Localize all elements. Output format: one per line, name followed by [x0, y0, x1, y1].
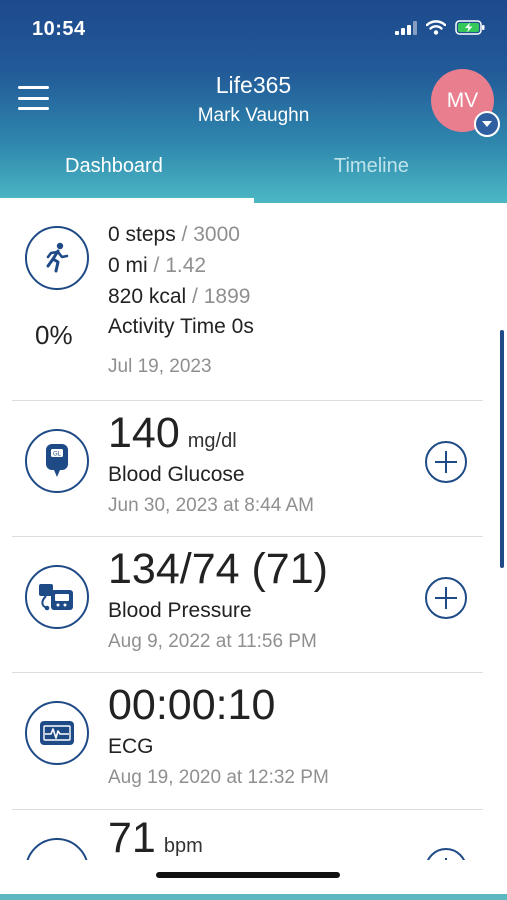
heart-rate-icon — [25, 838, 89, 860]
add-heart-rate-button[interactable] — [425, 848, 467, 860]
heart-rate-value: 71 — [108, 814, 156, 860]
glucose-label: Blood Glucose — [108, 463, 245, 486]
cellular-signal-icon — [395, 20, 417, 35]
wifi-icon — [426, 20, 446, 35]
bottom-tab-strip — [0, 894, 507, 900]
glucose-date: Jun 30, 2023 at 8:44 AM — [108, 495, 314, 516]
glucose-value: 140 — [108, 409, 180, 457]
running-icon — [25, 226, 89, 290]
blood-pressure-card[interactable]: 134/74 (71) Blood Pressure Aug 9, 2022 a… — [12, 537, 483, 673]
glucose-icon-text: GL — [53, 452, 62, 458]
calories-value: 820 kcal — [108, 285, 187, 308]
distance-line: 0 mi / 1.42 — [108, 254, 206, 278]
distance-goal: 1.42 — [165, 254, 207, 277]
calories-line: 820 kcal / 1899 — [108, 285, 250, 309]
heart-rate-card[interactable]: 71 bpm — [12, 810, 483, 860]
ecg-monitor-icon — [25, 701, 89, 765]
steps-value: 0 steps — [108, 223, 176, 246]
blood-pressure-value: 134/74 (71) — [108, 545, 328, 593]
ecg-date: Aug 19, 2020 at 12:32 PM — [108, 767, 329, 788]
glucose-unit: mg/dl — [187, 430, 237, 452]
heart-rate-reading: 71 bpm — [108, 814, 203, 860]
home-indicator[interactable] — [156, 872, 340, 878]
ecg-label: ECG — [108, 735, 154, 758]
add-blood-pressure-button[interactable] — [425, 577, 467, 619]
battery-charging-icon — [455, 20, 485, 35]
activity-date: Jul 19, 2023 — [108, 356, 212, 377]
blood-pressure-monitor-icon — [25, 565, 89, 629]
tab-dashboard[interactable]: Dashboard — [65, 155, 163, 178]
blood-pressure-date: Aug 9, 2022 at 11:56 PM — [108, 631, 317, 652]
user-name: Mark Vaughn — [197, 105, 310, 126]
status-icons — [395, 20, 485, 35]
steps-line: 0 steps / 3000 — [108, 223, 240, 247]
app-header: 10:54 Life365 Mark Vaughn MV Dashboard T… — [0, 0, 507, 203]
scrollbar[interactable] — [500, 330, 504, 568]
blood-pressure-label: Blood Pressure — [108, 599, 252, 622]
dashboard-list[interactable]: 0% 0 steps / 3000 0 mi / 1.42 820 kcal /… — [0, 203, 507, 860]
calories-goal: 1899 — [203, 285, 251, 308]
chevron-down-icon[interactable] — [474, 111, 500, 137]
steps-separator: / — [175, 223, 194, 246]
calories-separator: / — [186, 285, 204, 308]
glucose-reading: 140 mg/dl — [108, 409, 237, 458]
activity-time: Activity Time 0s — [108, 315, 254, 338]
add-glucose-button[interactable] — [425, 441, 467, 483]
glucose-meter-icon: GL — [25, 429, 89, 493]
activity-percent: 0% — [35, 320, 73, 350]
tab-timeline[interactable]: Timeline — [334, 155, 409, 178]
status-time: 10:54 — [32, 18, 86, 40]
steps-goal: 3000 — [193, 223, 240, 246]
ecg-card[interactable]: 00:00:10 ECG Aug 19, 2020 at 12:32 PM — [12, 673, 483, 810]
distance-value: 0 mi — [108, 254, 148, 277]
distance-separator: / — [147, 254, 166, 277]
activity-card[interactable]: 0% 0 steps / 3000 0 mi / 1.42 820 kcal /… — [12, 203, 483, 401]
status-bar: 10:54 — [0, 0, 507, 60]
ecg-value: 00:00:10 — [108, 681, 276, 729]
blood-glucose-card[interactable]: GL 140 mg/dl Blood Glucose Jun 30, 2023 a… — [12, 401, 483, 537]
heart-rate-unit: bpm — [163, 835, 203, 857]
